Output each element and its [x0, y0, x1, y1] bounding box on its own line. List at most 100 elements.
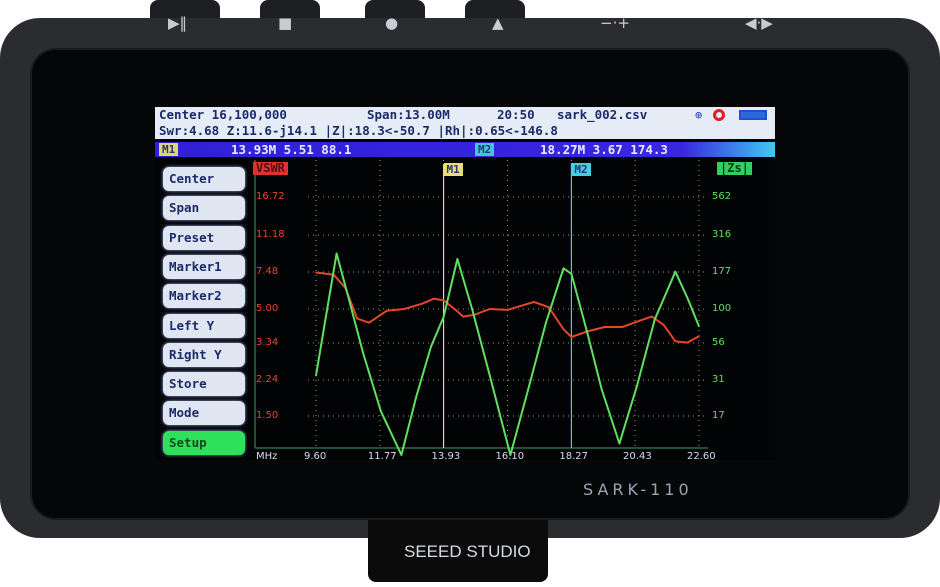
volume-icon[interactable]: −·+ [600, 14, 630, 32]
x-tick-label: 11.77 [367, 451, 397, 462]
data-point [562, 267, 565, 270]
menu-button-mode[interactable]: Mode [163, 401, 245, 426]
data-point [506, 309, 509, 311]
x-tick-label: 22.60 [686, 451, 716, 462]
record-status-icon [713, 109, 725, 121]
left-tick-label: 3.34 [256, 337, 279, 348]
data-point [471, 308, 473, 310]
data-point [356, 317, 359, 320]
span[interactable]: Span:13.00M [367, 107, 450, 123]
data-point [385, 310, 388, 312]
data-point [653, 318, 656, 321]
data-point [324, 322, 326, 324]
plot-area[interactable] [253, 160, 773, 460]
data-point [674, 340, 677, 343]
marker-bar: M1 13.93M 5.51 88.1 M2 18.27M 3.67 174.3 [155, 142, 775, 157]
record-icon[interactable]: ● [385, 14, 398, 32]
center-freq[interactable]: Center 16,100,000 [159, 107, 287, 123]
m1-values: 13.93M 5.51 88.1 [231, 142, 352, 157]
data-point [570, 336, 573, 338]
brand-logo: SEEED STUDIO [404, 542, 531, 561]
data-point [544, 322, 547, 324]
stop-icon[interactable]: ■ [278, 14, 292, 32]
data-point [453, 308, 456, 310]
menu-button-preset[interactable]: Preset [163, 225, 245, 250]
x-tick-label: 20.43 [623, 451, 652, 462]
x-tick-label: 18.27 [559, 451, 589, 462]
right-tick-label: 56 [712, 337, 725, 348]
x-tick-label: 13.93 [431, 451, 461, 462]
data-point [415, 396, 417, 398]
clock: 20:50 [497, 107, 535, 122]
menu-button-left-y[interactable]: Left Y [163, 313, 245, 338]
data-point [618, 442, 621, 445]
model-logo: SARK-110 [583, 480, 693, 499]
menu-button-marker2[interactable]: Marker2 [163, 284, 245, 309]
menu-button-marker1[interactable]: Marker1 [163, 254, 245, 279]
menu-button-setup[interactable]: Setup [163, 430, 245, 455]
data-point [442, 316, 445, 318]
x-tick-label: 16.10 [495, 451, 525, 462]
data-point [651, 315, 653, 318]
data-point [335, 252, 338, 255]
data-point [662, 324, 665, 326]
right-tick-label: 17 [712, 410, 725, 421]
play-pause-icon[interactable]: ▶‖ [168, 14, 187, 32]
series-zs-line [315, 252, 700, 456]
data-point [636, 384, 638, 387]
data-point [698, 325, 700, 328]
brand-tab: SEEED STUDIO [368, 520, 548, 582]
data-point [686, 341, 688, 344]
data-point [362, 352, 364, 354]
data-point [442, 299, 445, 301]
left-tick-label: 2.24 [256, 374, 279, 385]
menu-button-store[interactable]: Store [163, 372, 245, 397]
data-point [456, 258, 459, 260]
data-point [315, 271, 317, 274]
left-axis-title[interactable]: VSWR [253, 162, 288, 175]
left-tick-label: 16.72 [256, 191, 285, 202]
left-tick-label: 1.50 [256, 410, 279, 421]
menu-button-center[interactable]: Center [163, 167, 245, 191]
data-point [462, 315, 465, 318]
data-point [586, 330, 588, 333]
data-point [674, 270, 677, 273]
m2-values: 18.27M 3.67 174.3 [540, 142, 668, 157]
data-point [433, 297, 435, 300]
data-point [600, 388, 603, 391]
right-tick-label: 100 [712, 303, 732, 314]
file-name: sark_002.csv [557, 107, 648, 122]
data-point [430, 346, 432, 348]
left-tick-label: 11.18 [256, 229, 285, 240]
data-point [347, 296, 350, 299]
data-point [315, 374, 317, 377]
right-tick-label: 31 [712, 374, 725, 385]
data-point [603, 326, 606, 328]
menu-button-span[interactable]: Span [163, 196, 245, 221]
data-point [403, 308, 406, 310]
marker-label-m1: M1 [443, 163, 463, 176]
data-point [621, 326, 624, 328]
right-tick-label: 316 [712, 229, 732, 240]
left-tick-label: 7.48 [256, 266, 279, 277]
right-axis-title[interactable]: |Zs| [717, 162, 752, 175]
target-icon: ⊕ [695, 108, 703, 122]
left-tick-label: 5.00 [256, 303, 279, 314]
data-point [533, 301, 535, 303]
right-tick-label: 177 [712, 266, 732, 277]
data-point [421, 302, 423, 305]
data-point [368, 321, 370, 324]
data-point [380, 410, 382, 412]
data-point [521, 304, 524, 307]
up-icon[interactable]: ▲ [492, 14, 504, 32]
data-point [562, 328, 565, 331]
x-axis-label: MHz [256, 451, 278, 462]
seek-icon[interactable]: ◀·▶ [745, 14, 773, 32]
right-tick-label: 562 [712, 191, 732, 202]
marker-label-m2: M2 [571, 163, 591, 176]
menu-button-right-y[interactable]: Right Y [163, 342, 245, 367]
data-point [639, 319, 641, 322]
data-point [489, 374, 491, 377]
series-vswr-line [315, 271, 700, 344]
data-point [527, 388, 529, 391]
